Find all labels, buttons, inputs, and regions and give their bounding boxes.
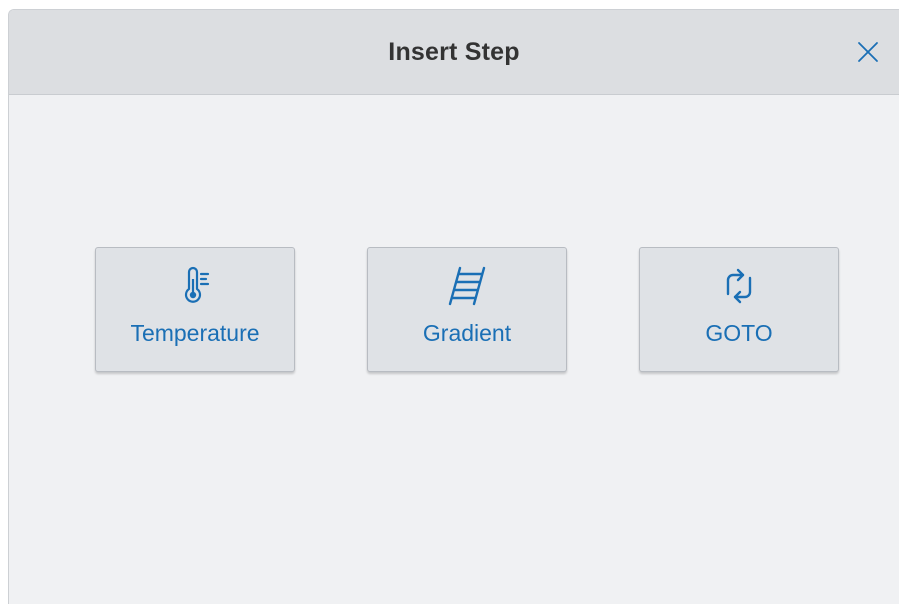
gradient-step-button[interactable]: Gradient <box>367 247 567 372</box>
insert-step-dialog: Insert Step Temperature Gradient GOTO <box>8 9 899 604</box>
ladder-icon <box>448 266 486 306</box>
goto-label: GOTO <box>705 320 773 346</box>
temperature-step-button[interactable]: Temperature <box>95 247 295 372</box>
goto-step-button[interactable]: GOTO <box>639 247 839 372</box>
close-icon <box>858 42 878 62</box>
gradient-label: Gradient <box>422 320 512 346</box>
loop-arrows-icon <box>726 268 752 304</box>
close-button[interactable] <box>853 37 883 67</box>
temperature-label: Temperature <box>130 320 260 346</box>
dialog-header: Insert Step <box>9 10 899 95</box>
dialog-title: Insert Step <box>388 38 520 66</box>
thermometer-icon <box>184 266 210 303</box>
